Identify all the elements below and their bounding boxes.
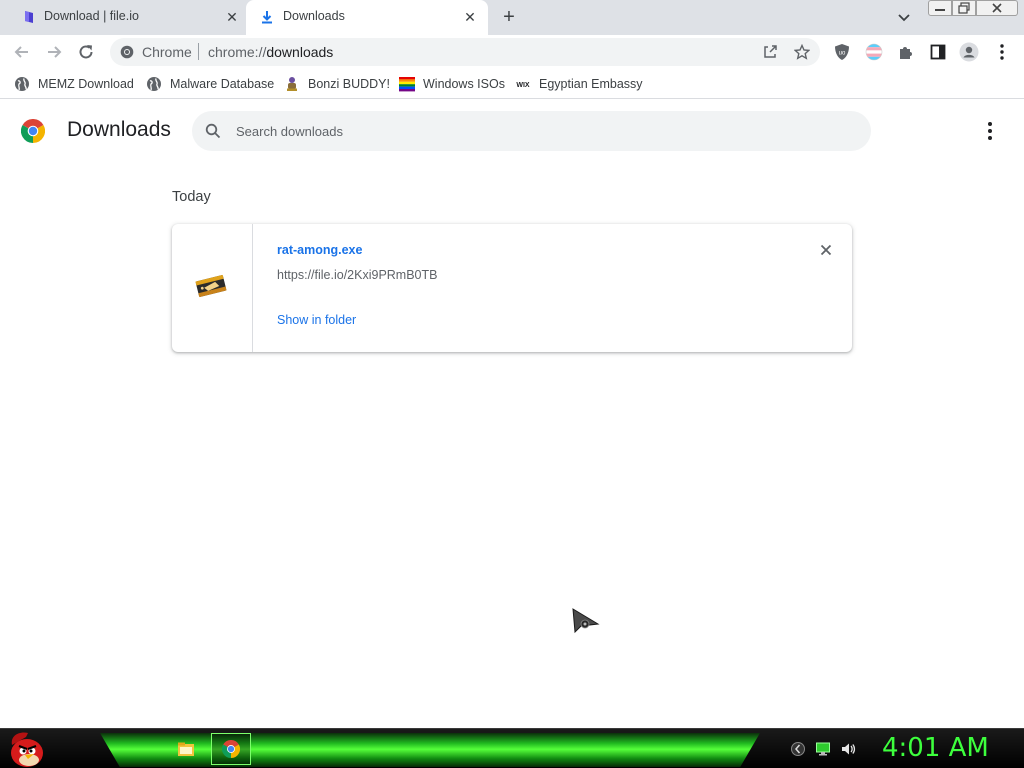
site-chip: Chrome (142, 44, 192, 60)
ublock-extension-icon[interactable]: uo (832, 42, 852, 62)
download-source-url: https://file.io/2Kxi9PRmB0TB (277, 268, 438, 282)
system-tray (790, 741, 856, 757)
back-button[interactable] (12, 42, 32, 62)
chrome-menu-icon[interactable] (992, 42, 1012, 62)
start-button-angry-bird-icon[interactable] (6, 729, 48, 768)
download-file-name-link[interactable]: rat-among.exe (277, 243, 362, 257)
forward-button[interactable] (44, 42, 64, 62)
bonzi-icon (284, 76, 300, 92)
svg-text:WIX: WIX (516, 82, 530, 89)
restore-button[interactable] (952, 0, 976, 16)
download-icon (260, 10, 274, 24)
minimize-button[interactable] (928, 0, 952, 16)
tray-app-icon[interactable] (790, 741, 806, 757)
taskbar-file-explorer-icon[interactable] (166, 733, 206, 765)
download-item-card: rat-among.exe https://file.io/2Kxi9PRmB0… (172, 224, 852, 352)
bookmark-memz-download[interactable]: MEMZ Download (14, 75, 134, 93)
tab-close-icon[interactable]: ✕ (224, 9, 240, 25)
rainbow-flag-icon (399, 76, 415, 92)
network-icon[interactable] (815, 741, 831, 757)
omnibox-divider (198, 43, 199, 60)
taskbar-chrome-icon[interactable] (211, 733, 251, 765)
tab-close-icon[interactable]: ✕ (462, 9, 478, 25)
volume-icon[interactable] (840, 741, 856, 757)
search-input[interactable] (236, 121, 836, 141)
page-title: Downloads (67, 118, 171, 141)
profile-avatar-icon[interactable] (959, 42, 979, 62)
browser-toolbar: Chrome chrome://downloads uo (0, 35, 1024, 69)
downloads-toolbar: Downloads (0, 100, 1024, 162)
chrome-site-icon (120, 45, 134, 59)
share-icon[interactable] (762, 44, 778, 60)
url-scheme: chrome:// (208, 44, 267, 60)
tab-strip: Download | file.io ✕ Downloads ✕ + (0, 0, 1024, 35)
taskbar-clock[interactable]: 4:01 AM (882, 733, 989, 763)
bookmark-label: Bonzi BUDDY! (308, 77, 390, 91)
url-text: chrome://downloads (208, 44, 333, 60)
chrome-logo-icon (20, 118, 46, 143)
reload-button[interactable] (76, 42, 96, 62)
url-path: downloads (266, 44, 334, 60)
show-in-folder-link[interactable]: Show in folder (277, 313, 356, 327)
globe-icon (146, 76, 162, 92)
trans-flag-extension-icon[interactable] (864, 42, 884, 62)
search-icon (205, 123, 221, 139)
svg-text:uo: uo (839, 51, 846, 57)
wix-icon: WIX (515, 76, 531, 92)
bookmark-malware-database[interactable]: Malware Database (146, 75, 274, 93)
fileio-icon (22, 10, 36, 24)
date-section-header: Today (172, 189, 211, 205)
tab-title: Download | file.io (44, 9, 139, 23)
bookmark-label: MEMZ Download (38, 77, 134, 91)
more-actions-icon[interactable] (980, 120, 1000, 142)
extensions-puzzle-icon[interactable] (896, 42, 916, 62)
bookmark-label: Windows ISOs (423, 77, 505, 91)
mouse-cursor-icon (572, 608, 600, 638)
bookmark-star-icon[interactable] (793, 43, 811, 60)
window-close-button[interactable] (976, 0, 1018, 16)
bookmark-label: Malware Database (170, 77, 275, 91)
new-tab-button[interactable]: + (499, 7, 519, 27)
tab-search-chevron-down-icon[interactable] (896, 9, 912, 25)
bookmark-egyptian-embassy[interactable]: WIX Egyptian Embassy (515, 75, 643, 93)
exe-file-icon (194, 271, 228, 301)
bookmark-windows-isos[interactable]: Windows ISOs (399, 75, 505, 93)
address-bar[interactable]: Chrome chrome://downloads (110, 38, 820, 66)
tab-fileio[interactable]: Download | file.io ✕ (0, 0, 246, 35)
search-box[interactable] (192, 111, 871, 151)
remove-download-close-icon[interactable] (818, 242, 834, 258)
tab-title: Downloads (283, 9, 345, 23)
tab-downloads[interactable]: Downloads ✕ (246, 0, 488, 35)
side-panel-icon[interactable] (928, 42, 948, 62)
taskbar: 4:01 AM (0, 728, 1024, 768)
bookmarks-bar: MEMZ Download Malware Database Bonzi BUD… (0, 69, 1024, 99)
bookmark-label: Egyptian Embassy (539, 77, 643, 91)
globe-icon (14, 76, 30, 92)
bookmark-bonzi-buddy[interactable]: Bonzi BUDDY! (284, 75, 390, 93)
file-icon-column (172, 224, 253, 352)
